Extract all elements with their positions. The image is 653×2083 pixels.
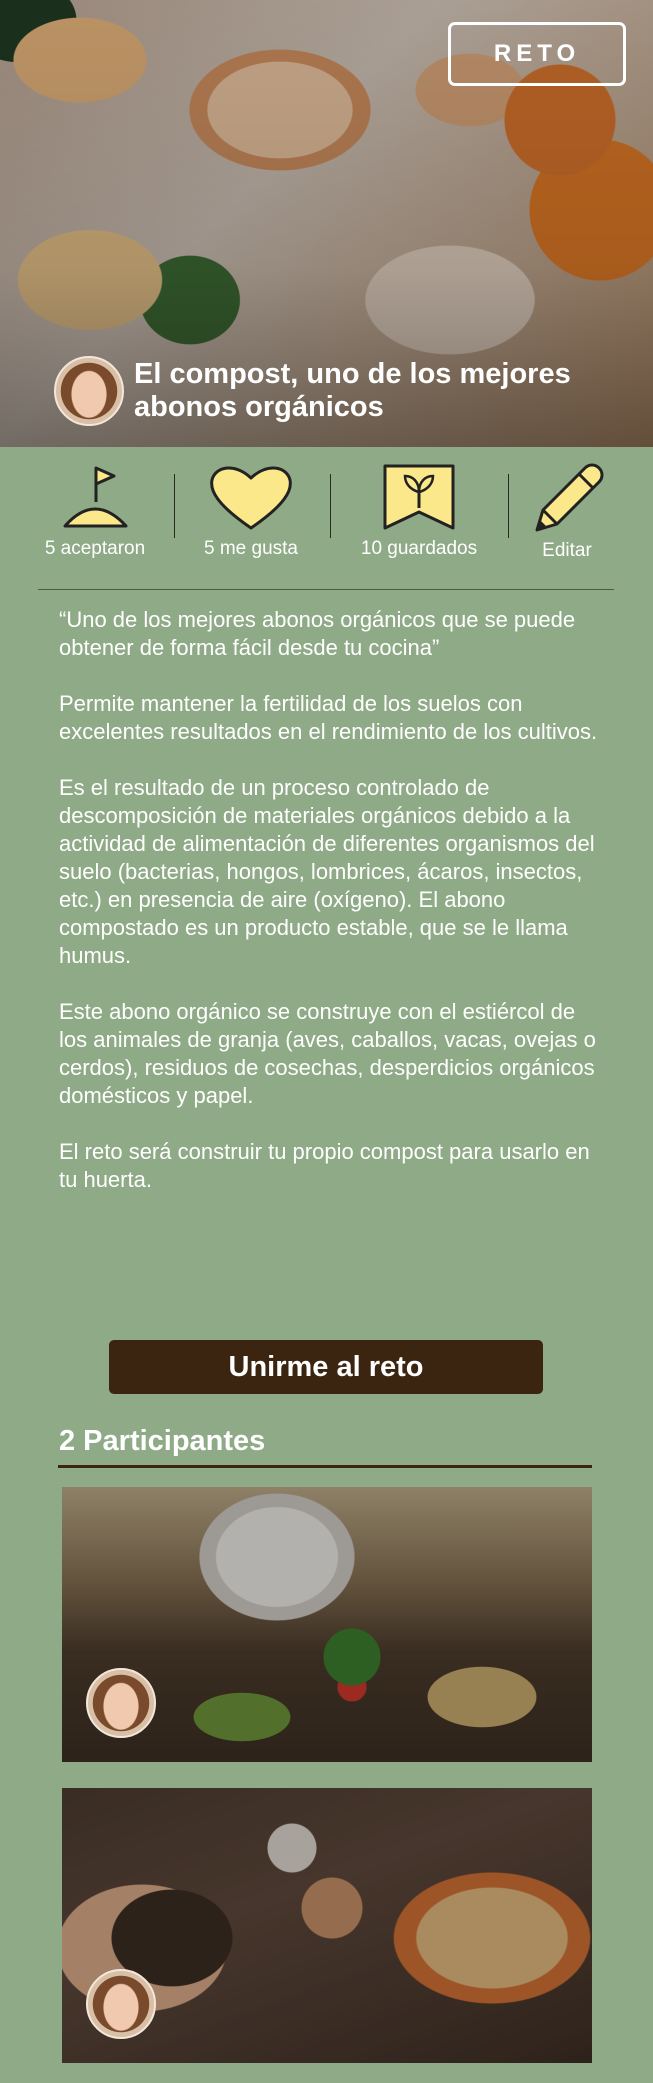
heart-icon bbox=[210, 466, 292, 530]
pencil-icon bbox=[535, 463, 604, 532]
description-paragraph: Este abono orgánico se construye con el … bbox=[59, 999, 596, 1108]
bookmark-sprout-icon bbox=[383, 464, 455, 530]
flag-hill-icon bbox=[63, 466, 128, 528]
description-paragraph: Permite mantener la fertilidad de los su… bbox=[59, 691, 598, 744]
author-avatar[interactable] bbox=[54, 356, 124, 426]
description-paragraph: “Uno de los mejores abonos orgánicos que… bbox=[59, 607, 576, 660]
stat-saved-label: 10 guardados bbox=[360, 538, 478, 559]
divider bbox=[58, 1465, 592, 1468]
edit-label: Editar bbox=[542, 540, 592, 561]
stat-accepted[interactable]: 5 aceptaron bbox=[20, 462, 170, 560]
stat-saved[interactable]: 10 guardados bbox=[344, 462, 494, 560]
divider bbox=[174, 474, 175, 538]
participant-card[interactable] bbox=[62, 1788, 592, 2063]
challenge-description: “Uno de los mejores abonos orgánicos que… bbox=[59, 606, 599, 1222]
stats-bar: 5 aceptaron 5 me gusta 10 guardados Edit… bbox=[0, 462, 653, 572]
stat-likes[interactable]: 5 me gusta bbox=[176, 462, 326, 560]
hero-title-block: El compost, uno de los mejores abonos or… bbox=[54, 356, 633, 426]
divider bbox=[38, 589, 614, 590]
page-title: El compost, uno de los mejores abonos or… bbox=[134, 358, 571, 423]
reto-badge: RETO bbox=[448, 22, 626, 86]
stat-likes-label: 5 me gusta bbox=[204, 538, 298, 559]
description-paragraph: El reto será construir tu propio compost… bbox=[59, 1139, 590, 1192]
edit-button[interactable]: Editar bbox=[492, 462, 642, 562]
join-challenge-button[interactable]: Unirme al reto bbox=[109, 1340, 543, 1394]
participant-avatar[interactable] bbox=[86, 1969, 156, 2039]
participants-title: 2 Participantes bbox=[59, 1425, 266, 1457]
participant-card[interactable] bbox=[62, 1487, 592, 1762]
participant-avatar[interactable] bbox=[86, 1668, 156, 1738]
divider bbox=[330, 474, 331, 538]
description-paragraph: Es el resultado de un proceso controlado… bbox=[59, 775, 595, 968]
stat-accepted-label: 5 aceptaron bbox=[44, 538, 146, 559]
